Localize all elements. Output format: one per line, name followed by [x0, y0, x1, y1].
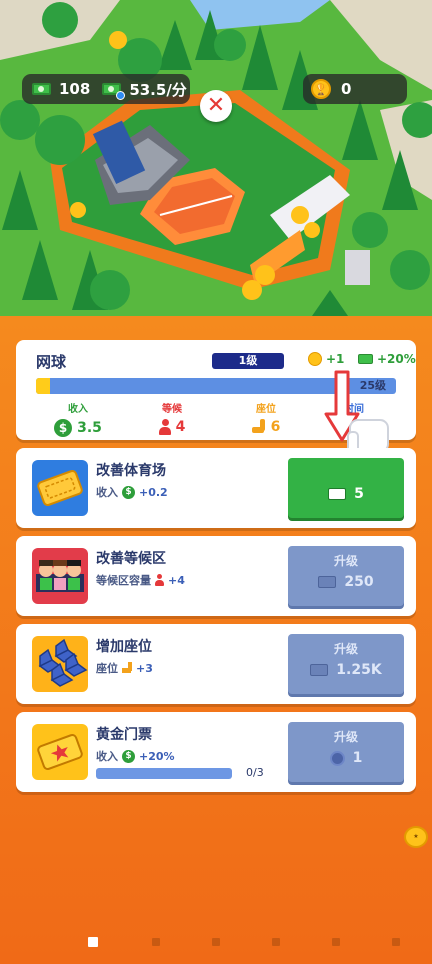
upgrade-description: 座位 +3 [96, 660, 153, 676]
upgrade-desc-value: +3 [136, 661, 153, 675]
stat-income-value: 3.5 [77, 420, 102, 436]
trophy-icon [308, 352, 322, 366]
stat-seats-label: 座位 [256, 404, 276, 415]
income-rate-icon [102, 83, 126, 100]
upgrade-button-label: 升级 [333, 642, 358, 656]
upgrade-panel: 网球 1级 +1 +20% 25级 收入 $ 3.5 等候 4 座位 6 时间 … [0, 316, 432, 964]
page-dot[interactable] [332, 938, 340, 946]
upgrade-desc-label: 收入 [96, 486, 118, 499]
upgrade-desc-value: +4 [168, 573, 185, 587]
upgrade-cost: 5 [354, 486, 364, 502]
page-dot[interactable] [152, 938, 160, 946]
upgrade-title: 黄金门票 [96, 727, 152, 743]
facility-name: 网球 [36, 353, 67, 371]
close-icon: ✕ [206, 93, 226, 118]
upgrade-button-label: 升级 [333, 730, 358, 744]
upgrade-description: 等候区容量 +4 [96, 572, 185, 588]
income-rate-value: 53.5/分 [129, 80, 187, 99]
upgrade-button-label: 升级 [333, 554, 358, 568]
upgrade-card-seats: 增加座位 座位 +3 升级 1.25K [16, 624, 416, 704]
page-indicator [0, 937, 432, 948]
gem-icon [329, 750, 345, 766]
cash-icon [318, 576, 337, 588]
level-progress-fill [36, 378, 51, 394]
dollar-icon: $ [122, 485, 135, 499]
person-icon [158, 419, 171, 435]
golden-ticket-icon [32, 724, 88, 780]
upgrade-desc-label: 收入 [96, 750, 118, 763]
page-dot[interactable] [392, 938, 400, 946]
upgrade-desc-label: 等候区容量 [96, 574, 151, 587]
upgrade-button-label [288, 464, 404, 480]
ticket-icon [32, 460, 88, 516]
upgrade-desc-value: +0.2 [139, 485, 168, 499]
trophy-bonus-value: +1 [326, 352, 345, 366]
page-dot[interactable] [212, 938, 220, 946]
upgrade-button[interactable]: 5 [288, 458, 404, 518]
cash-icon [32, 83, 51, 95]
page-dot[interactable] [272, 938, 280, 946]
llama-icon [251, 419, 266, 435]
upgrade-card-stadium: 改善体育场 收入 $ +0.2 5 [16, 448, 416, 528]
upgrade-button[interactable]: 升级 1 [288, 722, 404, 782]
llama-icon [122, 662, 132, 674]
dollar-icon: $ [54, 419, 73, 437]
upgrade-description: 收入 $ +0.2 [96, 484, 168, 500]
page-dot[interactable] [88, 937, 98, 947]
facility-level-badge: 1级 [212, 353, 284, 369]
upgrade-title: 改善等候区 [96, 551, 166, 567]
income-bonus-value: +20% [377, 352, 416, 366]
upgrade-title: 增加座位 [96, 639, 152, 655]
trophy-counter: 🏆 0 [303, 74, 407, 104]
seats-icon [32, 636, 88, 692]
cash-icon [328, 488, 347, 500]
upgrade-title: 改善体育场 [96, 463, 166, 479]
stat-income: 收入 $ 3.5 [38, 400, 118, 437]
stat-income-label: 收入 [68, 404, 88, 415]
upgrade-cost: 250 [344, 574, 374, 590]
cash-value: 108 [59, 80, 91, 98]
upgrade-desc-label: 座位 [96, 662, 118, 675]
close-button[interactable]: ✕ [200, 90, 232, 122]
stat-seats: 座位 6 [226, 400, 306, 435]
golden-ticket-progress-label: 0/3 [246, 766, 264, 779]
side-offer-icon[interactable]: ★ [404, 826, 428, 848]
upgrade-card-waiting-area: 改善等候区 等候区容量 +4 升级 250 [16, 536, 416, 616]
cash-icon [310, 664, 329, 676]
stadium-map-art [0, 0, 432, 316]
income-bonus: +20% [358, 352, 416, 366]
upgrade-button[interactable]: 升级 250 [288, 546, 404, 606]
crowd-icon [32, 548, 88, 604]
upgrade-desc-value: +20% [139, 749, 175, 763]
game-scene[interactable]: 108 53.5/分 🏆 0 ✕ [0, 0, 432, 316]
stat-waiting-value: 4 [175, 419, 186, 435]
stat-waiting: 等候 4 [132, 400, 212, 435]
upgrade-cost: 1.25K [336, 662, 382, 678]
cash-icon [358, 354, 373, 364]
stat-seats-value: 6 [270, 419, 281, 435]
dollar-icon: $ [122, 749, 135, 763]
trophy-value: 0 [341, 80, 352, 98]
upgrade-cost: 1 [352, 750, 363, 766]
person-icon [155, 574, 164, 586]
trophy-bonus: +1 [308, 352, 344, 366]
golden-ticket-progress-bar [96, 768, 232, 779]
stat-waiting-label: 等候 [162, 404, 182, 415]
cash-counter: 108 53.5/分 [22, 74, 190, 104]
upgrade-description: 收入 $ +20% [96, 748, 175, 764]
upgrade-button[interactable]: 升级 1.25K [288, 634, 404, 694]
trophy-icon: 🏆 [311, 79, 331, 99]
upgrade-card-golden-ticket: 黄金门票 收入 $ +20% 0/3 升级 1 [16, 712, 416, 792]
